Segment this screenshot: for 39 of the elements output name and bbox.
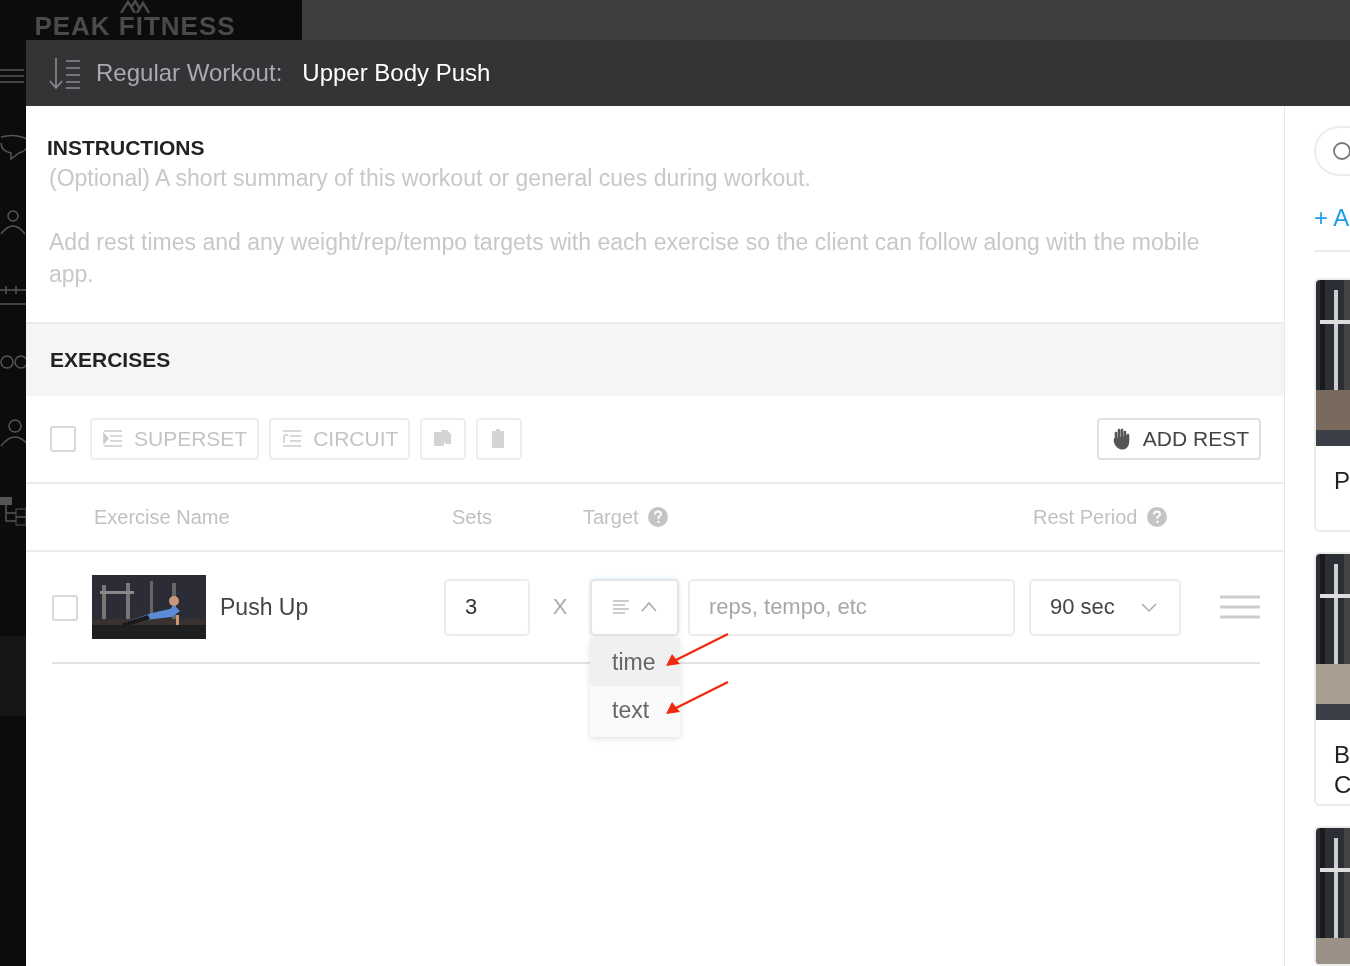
- hierarchy-icon: [0, 497, 27, 526]
- section-heading: EXERCISES: [50, 348, 171, 372]
- workout-type-label: Regular Workout:: [96, 59, 283, 87]
- sort-list-icon: [48, 56, 82, 90]
- align-left-icon: [610, 597, 631, 617]
- search-icon: [1332, 141, 1350, 161]
- drag-handle-icon: [1220, 594, 1260, 620]
- list-loop-icon: [281, 428, 304, 450]
- menu-item[interactable]: time: [590, 637, 680, 686]
- exercise-name: Push Up: [220, 593, 310, 621]
- copy-button[interactable]: [420, 418, 467, 460]
- column-header: Rest Period: [1033, 505, 1138, 529]
- sets-field[interactable]: 3: [444, 578, 530, 636]
- checkbox[interactable]: [50, 426, 76, 452]
- delete-button[interactable]: [476, 418, 523, 460]
- column-header: Sets: [452, 505, 493, 529]
- section-heading: INSTRUCTIONS: [47, 136, 206, 160]
- exercise-card[interactable]: P: [1314, 278, 1350, 532]
- target-field[interactable]: reps, tempo, etc: [688, 578, 1015, 636]
- rest-period-dropdown[interactable]: 90 sec: [1029, 578, 1181, 636]
- mountain-logo-icon: [120, 0, 150, 13]
- brand-logo-text: PEAK FITNESS: [34, 13, 236, 39]
- timeline-icon: [0, 285, 26, 305]
- workout-title: Upper Body Push: [302, 59, 491, 87]
- list-icon: [0, 69, 24, 83]
- card-title: B: [1334, 740, 1350, 770]
- menu-item[interactable]: text: [590, 685, 680, 734]
- column-header: Exercise Name: [94, 505, 230, 529]
- people-icon: [0, 210, 26, 235]
- card-title: C: [1334, 770, 1350, 800]
- checkbox[interactable]: [52, 595, 78, 621]
- card-title: P: [1334, 466, 1350, 496]
- add-rest-button[interactable]: ADD REST: [1096, 418, 1261, 460]
- exercise-card[interactable]: B C: [1314, 552, 1350, 806]
- target-type-dropdown[interactable]: [590, 578, 679, 636]
- column-header: Target: [583, 505, 639, 529]
- list-indent-icon: [102, 428, 124, 450]
- group-icon: [0, 355, 28, 369]
- multiply-sign: X: [551, 594, 569, 620]
